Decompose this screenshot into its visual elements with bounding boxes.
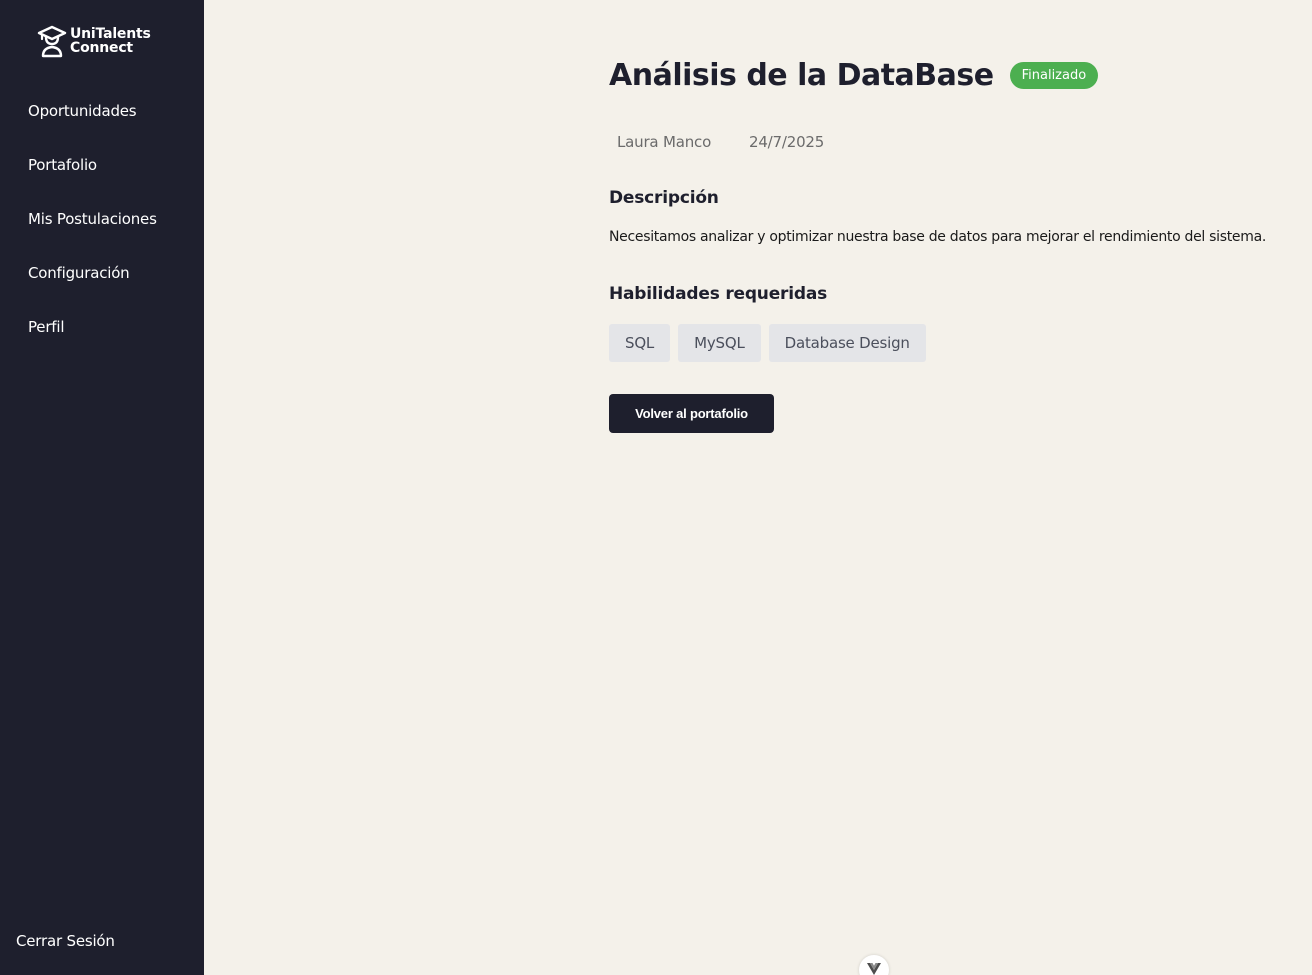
- skills-heading: Habilidades requeridas: [609, 284, 828, 304]
- sidebar-item-configuracion[interactable]: Configuración: [28, 264, 130, 282]
- sidebar-item-perfil[interactable]: Perfil: [28, 318, 65, 336]
- sidebar-item-mis-postulaciones[interactable]: Mis Postulaciones: [28, 210, 157, 228]
- brand-name: UniTalents Connect: [70, 27, 151, 55]
- project-date: 24/7/2025: [749, 133, 825, 151]
- sidebar-item-portafolio[interactable]: Portafolio: [28, 156, 97, 174]
- back-to-portfolio-button[interactable]: Volver al portafolio: [609, 394, 774, 433]
- skill-tag-sql: SQL: [609, 324, 671, 362]
- skill-tag-mysql: MySQL: [678, 324, 761, 362]
- logout-button[interactable]: Cerrar Sesión: [16, 932, 115, 950]
- status-badge: Finalizado: [1009, 62, 1099, 89]
- page-title: Análisis de la DataBase: [609, 58, 994, 93]
- brand-logo[interactable]: UniTalents Connect: [37, 24, 151, 58]
- project-author: Laura Manco: [617, 133, 712, 151]
- project-description: Necesitamos analizar y optimizar nuestra…: [609, 229, 1267, 245]
- brand-name-line1: UniTalents: [70, 26, 151, 42]
- sidebar-item-oportunidades[interactable]: Oportunidades: [28, 102, 137, 120]
- brand-name-line2: Connect: [70, 40, 133, 56]
- vue-devtools-toggle[interactable]: [859, 955, 889, 975]
- graduation-cap-user-icon: [37, 25, 67, 58]
- vue-devtools-icon: [867, 963, 881, 975]
- skills-list: SQL MySQL Database Design: [609, 324, 926, 362]
- skill-tag-database-design: Database Design: [768, 324, 926, 362]
- sidebar: UniTalents Connect Oportunidades Portafo…: [0, 0, 204, 975]
- title-row: Análisis de la DataBase Finalizado: [609, 58, 1099, 93]
- description-heading: Descripción: [609, 188, 719, 208]
